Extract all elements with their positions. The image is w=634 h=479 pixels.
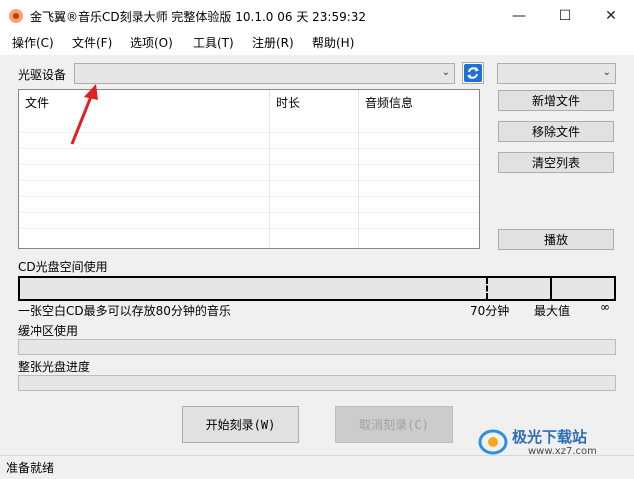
minimize-button[interactable]: — [496, 0, 542, 31]
menu-options[interactable]: 选项(O) [130, 34, 173, 51]
chevron-down-icon: ⌄ [441, 67, 450, 78]
drive-select[interactable]: ⌄ [74, 63, 455, 84]
cancel-burn-button[interactable]: 取消刻录(C) [335, 406, 453, 443]
column-header-audio-info[interactable]: 音频信息 [359, 90, 479, 116]
close-button[interactable]: ✕ [588, 0, 634, 31]
refresh-icon [464, 64, 482, 82]
row-divider [19, 164, 479, 165]
clear-list-button[interactable]: 清空列表 [498, 152, 614, 173]
status-divider [0, 455, 634, 456]
cd-capacity-info: 一张空白CD最多可以存放80分钟的音乐 [18, 304, 231, 318]
annotation-arrow-icon [70, 84, 98, 145]
buffer-label: 缓冲区使用 [18, 324, 79, 338]
chevron-down-icon: ⌄ [602, 67, 611, 78]
play-button[interactable]: 播放 [498, 229, 614, 250]
remove-file-button[interactable]: 移除文件 [498, 121, 614, 142]
watermark-logo-icon [478, 429, 508, 455]
status-text: 准备就绪 [6, 461, 55, 475]
row-divider [19, 228, 479, 229]
add-file-button[interactable]: 新增文件 [498, 90, 614, 111]
row-divider [19, 196, 479, 197]
column-divider [358, 90, 359, 248]
maximize-button[interactable]: ☐ [542, 0, 588, 31]
start-burn-button[interactable]: 开始刻录(W) [182, 406, 299, 443]
watermark: 极光下载站 www.xz7.com [478, 426, 628, 458]
column-header-duration[interactable]: 时长 [270, 90, 358, 116]
row-divider [19, 212, 479, 213]
label-max: 最大值 [534, 304, 571, 318]
drive-label: 光驱设备 [18, 68, 67, 82]
label-70-min: 70分钟 [470, 304, 510, 318]
menu-file[interactable]: 文件(F) [72, 34, 112, 51]
cd-usage-bar [18, 276, 616, 301]
disc-progress-bar [18, 375, 616, 391]
speed-select[interactable]: ⌄ [497, 63, 616, 84]
refresh-button[interactable] [462, 62, 484, 84]
menu-help[interactable]: 帮助(H) [312, 34, 354, 51]
app-logo-icon [9, 9, 23, 23]
marker-max [550, 278, 552, 299]
column-divider [269, 90, 270, 248]
disc-progress-label: 整张光盘进度 [18, 360, 91, 374]
watermark-name: 极光下载站 [512, 428, 588, 446]
menu-register[interactable]: 注册(R) [252, 34, 294, 51]
cd-usage-label: CD光盘空间使用 [18, 260, 108, 274]
menu-operation[interactable]: 操作(C) [12, 34, 54, 51]
window-title: 金飞翼®音乐CD刻录大师 完整体验版 10.1.0 06 天 23:59:32 [30, 10, 367, 24]
column-header-file[interactable]: 文件 [19, 90, 269, 116]
marker-70-min [486, 278, 488, 299]
label-infinity: ∞ [600, 300, 610, 314]
buffer-progress-bar [18, 339, 616, 355]
row-divider [19, 180, 479, 181]
menu-tools[interactable]: 工具(T) [193, 34, 234, 51]
